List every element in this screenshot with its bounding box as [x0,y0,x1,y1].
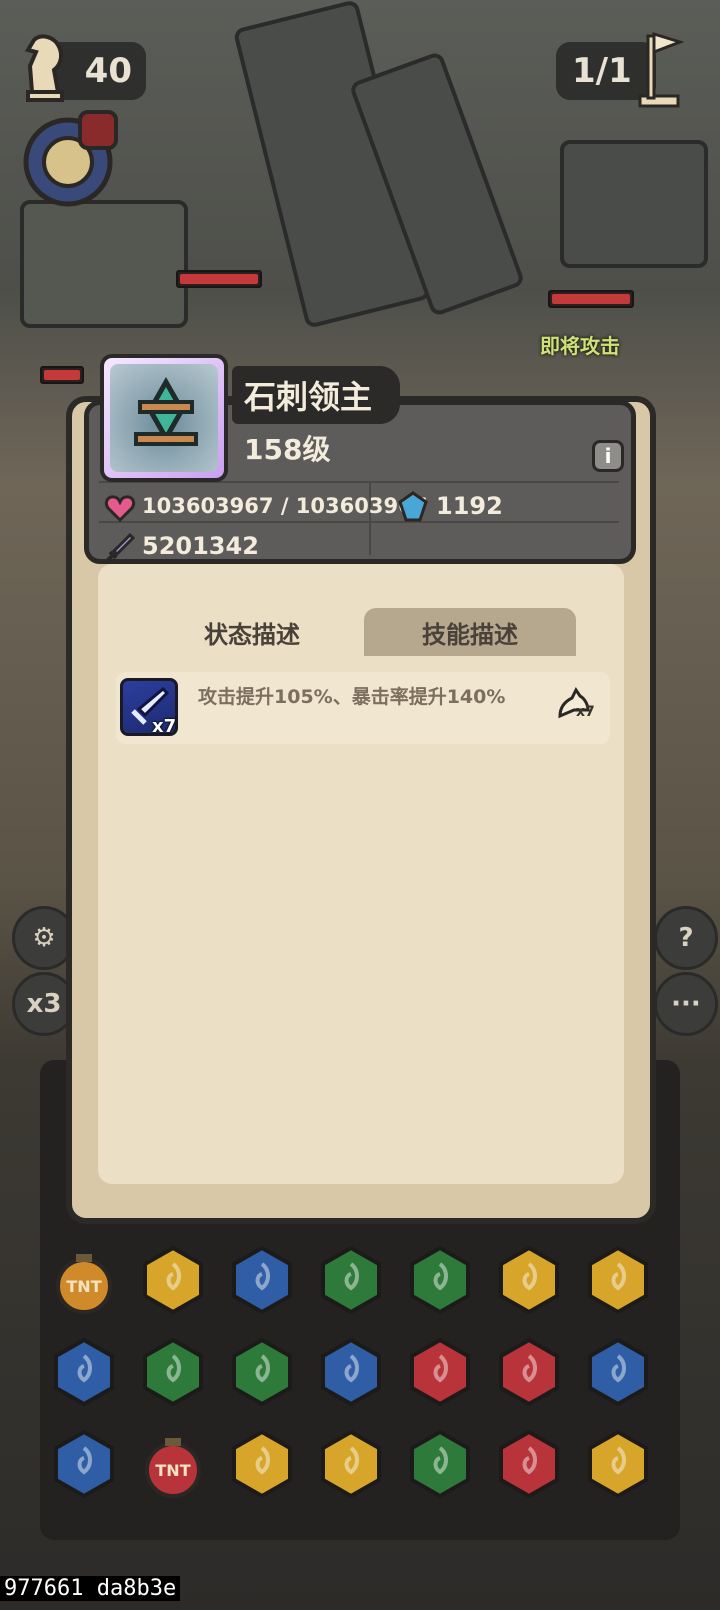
armor-icon [396,490,430,524]
green-gem-tile[interactable] [404,1428,476,1500]
source-stack-count: x7 [576,704,595,720]
yellow-gem-tile[interactable] [582,1244,654,1316]
status-description: 攻击提升105%、暴击率提升140% [198,686,506,708]
gear-icon: ⚙ [32,923,56,953]
blue-gem-tile[interactable] [48,1428,120,1500]
green-gem-tile[interactable] [315,1244,387,1316]
header-divider [99,521,619,523]
knight-icon [14,24,74,108]
yellow-gem-tile[interactable] [137,1244,209,1316]
enemy-health-bar [40,366,84,384]
green-gem-tile[interactable] [137,1336,209,1408]
shield-emblem-icon[interactable] [18,110,118,210]
enemy-health-bar [176,270,262,288]
dialog-content-area [98,564,624,1184]
boss-info-button[interactable]: i [592,440,624,472]
tnt-bomb-tile[interactable]: TNT [48,1244,120,1316]
boss-hp: 103603967 / 103603967 [142,494,428,518]
red-gem-tile[interactable] [493,1336,565,1408]
debug-build-id: 977661 da8b3e [0,1576,181,1601]
help-label: ? [678,923,694,953]
enemy-health-bar [548,290,634,308]
boss-attack: 5201342 [142,532,259,560]
blue-gem-tile[interactable] [582,1336,654,1408]
svg-text:TNT: TNT [66,1277,101,1296]
tab-status[interactable]: 状态描述 [144,608,360,656]
info-icon: i [604,444,612,468]
tab-skills-label: 技能描述 [422,620,518,649]
enemy-intent-label: 即将攻击 [540,334,620,358]
tab-status-label: 状态描述 [204,620,300,649]
blue-gem-tile[interactable] [226,1244,298,1316]
boss-defense: 1192 [436,492,503,520]
header-divider [369,481,371,555]
status-stack-count: x7 [152,716,177,737]
green-gem-tile[interactable] [404,1244,476,1316]
tnt-bomb-tile[interactable]: TNT [137,1428,209,1500]
blue-gem-tile[interactable] [48,1336,120,1408]
heart-icon [104,492,136,524]
tab-skills[interactable]: 技能描述 [364,608,576,656]
more-button[interactable]: ··· [654,972,718,1036]
stone-boulder [20,200,188,328]
yellow-gem-tile[interactable] [226,1428,298,1500]
boss-name: 石刺领主 [244,378,373,416]
yellow-gem-tile[interactable] [315,1428,387,1500]
boss-level: 158级 [244,433,331,466]
green-gem-tile[interactable] [226,1336,298,1408]
flag-icon [630,22,686,110]
stone-boulder [560,140,708,268]
horse-icon: x7 [554,686,595,722]
red-gem-tile[interactable] [404,1336,476,1408]
boss-portrait [100,354,228,482]
svg-text:TNT: TNT [155,1461,190,1480]
speed-label: x3 [26,989,62,1019]
blue-gem-tile[interactable] [315,1336,387,1408]
red-gem-tile[interactable] [493,1428,565,1500]
help-button[interactable]: ? [654,906,718,970]
sword-icon [104,532,136,564]
moves-counter-value: 40 [84,51,132,91]
more-label: ··· [671,989,701,1019]
wave-counter-value: 1/1 [572,51,632,91]
yellow-gem-tile[interactable] [493,1244,565,1316]
yellow-gem-tile[interactable] [582,1428,654,1500]
stone-lord-avatar-icon [110,364,218,472]
